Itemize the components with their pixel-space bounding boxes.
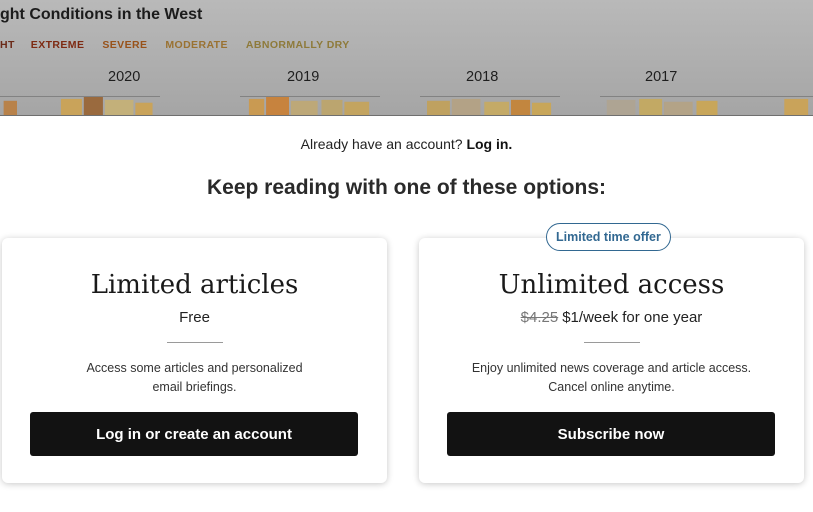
divider (166, 342, 223, 343)
login-link[interactable]: Log in. (466, 136, 512, 152)
drought-map-2018 (420, 96, 560, 116)
article-title: ght Conditions in the West (0, 6, 203, 23)
old-price: $4.25 (520, 309, 559, 326)
option-price: $4.25 $1/week for one year (419, 309, 804, 326)
legend-item: SEVERE (102, 39, 148, 51)
year-label: 2018 (466, 69, 499, 85)
legend-item: MODERATE (165, 39, 228, 51)
drought-map-2020 (0, 96, 160, 116)
option-description: Enjoy unlimited news coverage and articl… (471, 361, 752, 394)
login-prompt-text: Already have an account? (300, 136, 463, 152)
divider (583, 342, 640, 343)
login-prompt: Already have an account? Log in. (0, 136, 813, 152)
legend-item: EXTREME (30, 39, 85, 51)
paywall-headline: Keep reading with one of these options: (206, 176, 607, 199)
year-label: 2019 (287, 69, 320, 85)
subscribe-now-button[interactable]: Subscribe now (447, 412, 775, 456)
year-label: 2017 (645, 69, 678, 85)
background-article: ght Conditions in the West HT EXTREME SE… (0, 0, 813, 116)
option-description: Access some articles and personalized em… (86, 361, 303, 394)
drought-map-2019 (240, 96, 380, 116)
option-title: Unlimited access (498, 270, 725, 300)
year-label: 2020 (108, 69, 141, 85)
drought-legend: HT EXTREME SEVERE MODERATE ABNORMALLY DR… (0, 39, 350, 51)
login-or-create-account-button[interactable]: Log in or create an account (30, 412, 358, 456)
new-price: $1/week for one year (562, 309, 703, 326)
limited-time-offer-badge: Limited time offer (546, 223, 671, 251)
drought-map-2017 (600, 96, 813, 116)
legend-item: HT (0, 39, 15, 51)
legend-item: ABNORMALLY DRY (245, 39, 350, 51)
option-title: Limited articles (90, 270, 299, 300)
limited-articles-card: Limited articles Free Access some articl… (2, 238, 387, 483)
unlimited-access-card: Unlimited access $4.25 $1/week for one ye… (419, 238, 804, 483)
option-price: Free (179, 309, 210, 326)
